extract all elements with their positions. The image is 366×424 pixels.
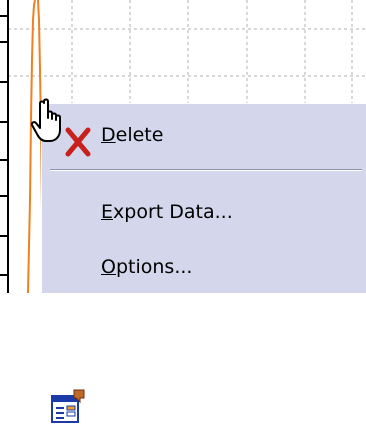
menu-item-export-data[interactable]: Export Data... bbox=[42, 191, 366, 233]
menu-item-label: Export Data... bbox=[101, 201, 233, 223]
options-form-icon bbox=[51, 389, 85, 423]
menu-item-label: Delete bbox=[101, 124, 164, 146]
grid-lines bbox=[8, 0, 366, 105]
hand-pointer-icon bbox=[30, 98, 61, 142]
context-menu: Delete Export Data... Options... bbox=[41, 103, 366, 423]
y-axis-ticks bbox=[0, 15, 8, 276]
menu-item-delete[interactable]: Delete bbox=[42, 114, 366, 157]
menu-separator bbox=[50, 169, 362, 171]
menu-item-options[interactable]: Options... bbox=[42, 244, 366, 423]
menu-item-label: Options... bbox=[101, 256, 193, 278]
